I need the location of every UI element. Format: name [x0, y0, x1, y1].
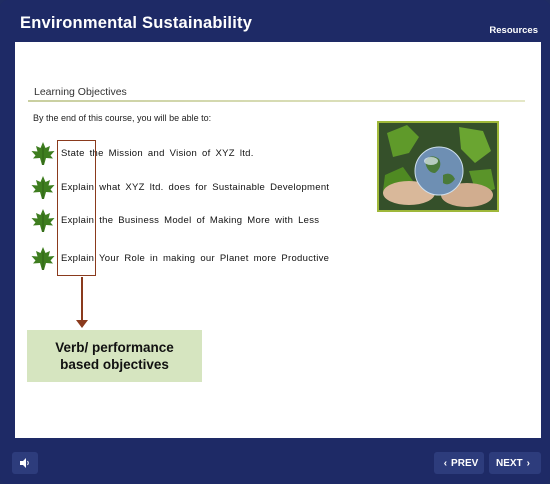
speaker-icon: [20, 458, 29, 468]
maple-leaf-icon: [31, 209, 55, 232]
course-title: Environmental Sustainability: [20, 14, 253, 32]
maple-leaf-icon: [31, 247, 55, 270]
arrow-down-icon: [76, 320, 88, 328]
resources-link[interactable]: Resources: [489, 25, 538, 36]
header-bar: Environmental Sustainability Resources: [0, 0, 550, 42]
section-divider: [28, 100, 525, 102]
prev-button[interactable]: ‹ PREV: [434, 452, 484, 474]
callout-line-1: Verb/ performance: [55, 340, 174, 355]
chevron-right-icon: ›: [526, 457, 530, 469]
intro-text: By the end of this course, you will be a…: [33, 113, 212, 123]
prev-label: PREV: [451, 457, 479, 469]
earth-in-hands-image: [377, 121, 499, 212]
callout-box: Verb/ performance based objectives: [27, 330, 202, 382]
callout-line-2: based objectives: [60, 357, 169, 372]
objective-text: Explain Your Role in making our Planet m…: [61, 253, 330, 264]
maple-leaf-icon: [31, 176, 55, 199]
earth-globe-illustration: [379, 123, 497, 210]
verb-highlight-box: [57, 140, 96, 276]
chevron-left-icon: ‹: [443, 457, 448, 469]
next-label: NEXT: [495, 457, 523, 469]
section-title: Learning Objectives: [34, 86, 127, 98]
maple-leaf-icon: [31, 142, 55, 165]
next-button[interactable]: NEXT ›: [489, 452, 541, 474]
objective-text: Explain what XYZ ltd. does for Sustainab…: [61, 182, 330, 193]
objective-text: Explain the Business Model of Making Mor…: [61, 215, 320, 226]
callout-arrow-line: [81, 277, 83, 325]
audio-button[interactable]: [12, 452, 38, 474]
